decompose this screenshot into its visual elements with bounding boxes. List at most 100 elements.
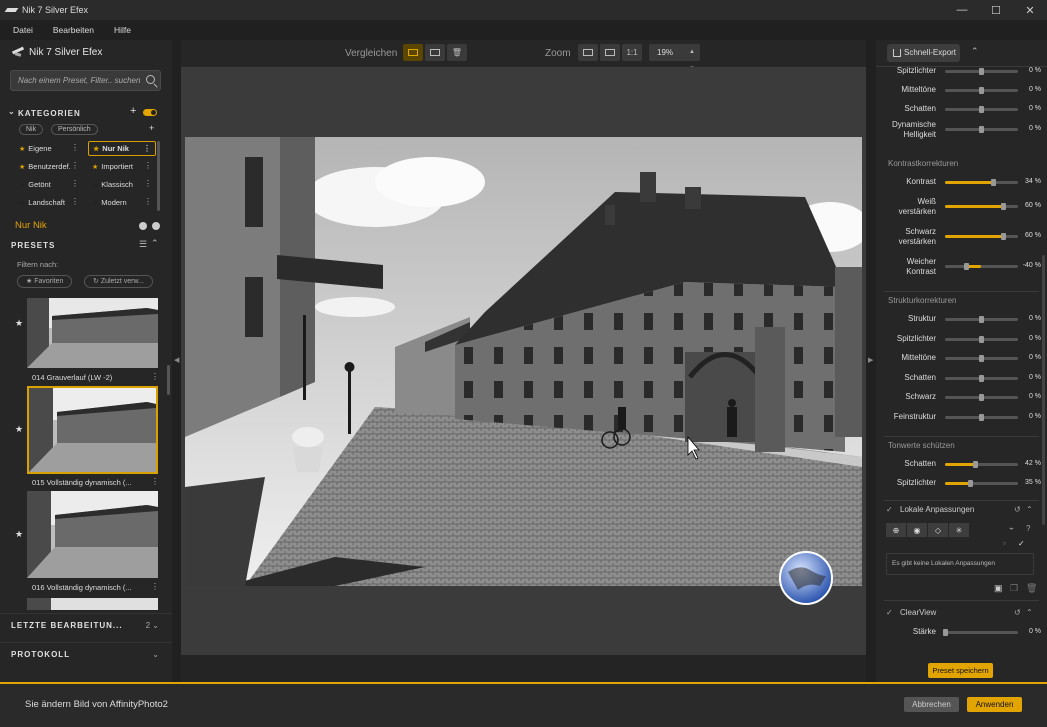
slider-handle[interactable] xyxy=(979,126,984,133)
protocol-section[interactable]: PROTOKOLL ⌄ xyxy=(0,642,172,666)
slider-handle[interactable] xyxy=(991,179,997,186)
category-klassisch[interactable]: ★ Klassisch ⋮ xyxy=(88,177,156,192)
favorite-star-icon[interactable]: ★ xyxy=(15,529,23,540)
compare-single-button[interactable] xyxy=(403,44,423,61)
last-edits-section[interactable]: LETZTE BEARBEITUN... 2 ⌄ xyxy=(0,613,172,637)
category-toggle[interactable] xyxy=(143,109,157,116)
more-icon[interactable]: ⋮ xyxy=(71,197,79,206)
more-icon[interactable]: ⋮ xyxy=(144,161,152,170)
preset-thumbnail[interactable] xyxy=(27,598,158,610)
adjustment-slider[interactable] xyxy=(942,629,1018,636)
adjustment-slider[interactable] xyxy=(945,87,1018,94)
more-icon[interactable]: ⋮ xyxy=(71,161,79,170)
slider-handle[interactable] xyxy=(942,629,948,636)
zoom-fill-button[interactable] xyxy=(600,44,620,61)
chip-nik[interactable]: Nik xyxy=(19,124,44,135)
chevron-down-icon[interactable]: ⌄ xyxy=(152,643,159,667)
reset-icon[interactable]: ↺ xyxy=(1014,605,1021,621)
slider-handle[interactable] xyxy=(979,355,984,362)
maximize-button[interactable]: ☐ xyxy=(979,0,1013,20)
more-icon[interactable]: ⋮ xyxy=(143,144,151,153)
preset-thumbnail[interactable] xyxy=(27,491,158,578)
left-splitter[interactable]: ◀ xyxy=(172,40,181,682)
adjustment-slider[interactable] xyxy=(945,233,1018,240)
collapse-left-icon[interactable]: ◀ xyxy=(174,356,179,364)
quick-export-button[interactable]: Schnell-Export xyxy=(887,44,960,62)
slider-handle[interactable] xyxy=(979,375,984,382)
collapse-all-icon[interactable]: ⌃ xyxy=(971,46,979,57)
reset-icon[interactable]: ↺ xyxy=(1014,502,1021,518)
control-point-icon[interactable]: ⊕ xyxy=(886,523,906,537)
adjustment-slider[interactable] xyxy=(945,203,1018,210)
more-icon[interactable]: ⋮ xyxy=(144,179,152,188)
collapse-right-icon[interactable]: ▶ xyxy=(868,356,873,364)
adjustment-slider[interactable] xyxy=(945,106,1018,113)
close-button[interactable]: ✕ xyxy=(1013,0,1047,20)
adjustment-slider[interactable] xyxy=(945,263,1018,270)
adjustment-slider[interactable] xyxy=(945,336,1018,343)
import-preset-icon[interactable] xyxy=(152,222,160,230)
adjustment-slider[interactable] xyxy=(945,394,1018,401)
trash-icon[interactable]: 🗑 xyxy=(1026,583,1037,594)
lasso-icon[interactable]: ◇ xyxy=(928,523,948,537)
chevron-down-icon[interactable]: ⌄ xyxy=(8,107,16,116)
category-getoent[interactable]: ★ Getönt ⋮ xyxy=(15,177,83,192)
apply-button[interactable]: Anwenden xyxy=(967,697,1022,712)
right-splitter[interactable]: ▶ xyxy=(866,40,876,682)
category-modern[interactable]: ★ Modern ⋮ xyxy=(88,195,156,210)
slider-handle[interactable] xyxy=(1000,203,1006,210)
chip-persoenlich[interactable]: Persönlich xyxy=(51,124,98,135)
chevron-up-icon[interactable]: ⌃ xyxy=(1026,502,1033,518)
more-icon[interactable]: ⋮ xyxy=(151,582,159,591)
presets-scrollbar[interactable] xyxy=(167,365,170,395)
adjustment-slider[interactable] xyxy=(945,126,1018,133)
more-icon[interactable]: ⋮ xyxy=(151,477,159,486)
save-preset-button[interactable]: Preset speichern xyxy=(928,663,993,678)
adjustment-slider[interactable] xyxy=(945,179,1018,186)
magic-icon[interactable]: ✳ xyxy=(949,523,969,537)
adjustment-slider[interactable] xyxy=(945,375,1018,382)
slider-handle[interactable] xyxy=(964,263,970,270)
compare-delete-button[interactable]: 🗑 xyxy=(447,44,467,61)
slider-handle[interactable] xyxy=(979,87,984,94)
zoom-select[interactable]: 19%▲▼ xyxy=(649,44,700,72)
minimize-button[interactable]: — xyxy=(945,0,979,20)
category-benutzerdef[interactable]: ★ Benutzerdef. ⋮ xyxy=(15,159,83,174)
category-landschaft[interactable]: ★ Landschaft ⋮ xyxy=(15,195,83,210)
more-icon[interactable]: ⋮ xyxy=(71,179,79,188)
slider-handle[interactable] xyxy=(979,316,984,323)
slider-handle[interactable] xyxy=(979,68,984,75)
category-nur-nik[interactable]: ★ Nur Nik ⋮ xyxy=(88,141,156,156)
add-chip-icon[interactable]: + xyxy=(149,123,154,133)
category-scrollbar[interactable] xyxy=(157,141,160,211)
slider-handle[interactable] xyxy=(968,480,974,487)
preset-thumbnail-selected[interactable] xyxy=(27,386,158,474)
more-icon[interactable]: ⋮ xyxy=(151,372,159,381)
clearview-header[interactable]: ✓ ClearView ↺ ⌃ xyxy=(884,605,1039,621)
slider-handle[interactable] xyxy=(973,461,979,468)
more-icon[interactable]: ⋮ xyxy=(71,143,79,152)
preset-thumbnail[interactable] xyxy=(27,298,158,368)
filter-favorites[interactable]: ★ Favoriten xyxy=(17,275,73,288)
list-view-icon[interactable]: ☰ xyxy=(139,239,147,250)
checkbox-icon[interactable]: ✓ xyxy=(886,605,893,621)
export-mask-icon[interactable]: ▣ xyxy=(994,583,1003,594)
chevron-up-icon[interactable]: ⌃ xyxy=(1026,605,1033,621)
adjustment-slider[interactable] xyxy=(945,480,1018,487)
copy-icon[interactable]: ❐ xyxy=(1010,583,1018,594)
search-icon[interactable] xyxy=(146,75,155,84)
adjustment-slider[interactable] xyxy=(945,414,1018,421)
cancel-button[interactable]: Abbrechen xyxy=(904,697,959,712)
filter-recent[interactable]: ↻ Zuletzt verw... xyxy=(84,275,153,288)
adjustment-slider[interactable] xyxy=(945,316,1018,323)
slider-handle[interactable] xyxy=(979,394,984,401)
adjustments-scrollbar[interactable] xyxy=(1042,255,1045,525)
local-adjustments-header[interactable]: ✓ Lokale Anpassungen ↺ ⌃ xyxy=(884,502,1039,518)
adjustment-slider[interactable] xyxy=(945,461,1018,468)
adjustment-slider[interactable] xyxy=(945,68,1018,75)
chevron-up-icon[interactable]: ⌃ xyxy=(151,238,159,249)
favorite-star-icon[interactable]: ★ xyxy=(15,424,23,435)
favorite-star-icon[interactable]: ★ xyxy=(15,318,23,329)
zoom-1to1-button[interactable]: 1:1 xyxy=(622,44,642,61)
slider-handle[interactable] xyxy=(979,414,984,421)
